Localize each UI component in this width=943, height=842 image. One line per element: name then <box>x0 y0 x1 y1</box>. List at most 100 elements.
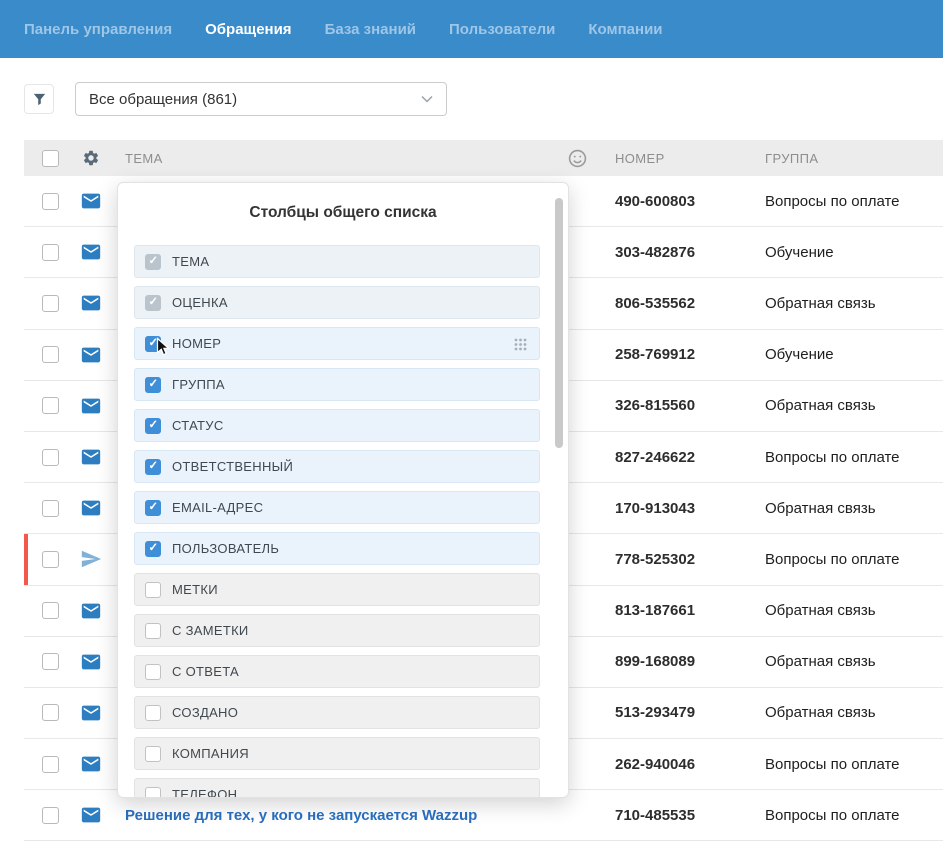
row-checkbox[interactable] <box>42 397 59 414</box>
ticket-group: Вопросы по оплате <box>765 756 943 773</box>
column-toggle-item[interactable]: С ЗАМЕТКИ <box>134 614 540 647</box>
column-label: ТЕЛЕФОН <box>172 787 237 798</box>
mouse-cursor <box>156 337 171 358</box>
ticket-number: 813-187661 <box>615 602 765 619</box>
envelope-icon <box>80 344 102 366</box>
nav-menu: Панель управления Обращения База знаний … <box>24 21 663 38</box>
ticket-number: 170-913043 <box>615 500 765 517</box>
ticket-number: 262-940046 <box>615 756 765 773</box>
popup-scrollbar[interactable] <box>555 198 563 448</box>
paper-plane-icon <box>80 548 102 570</box>
ticket-number: 258-769912 <box>615 346 765 363</box>
app-root: Панель управления Обращения База знаний … <box>0 0 943 841</box>
select-all-checkbox[interactable] <box>42 150 59 167</box>
columns-popup: Столбцы общего списка ТЕМА ОЦЕНКА <box>117 182 569 798</box>
row-checkbox[interactable] <box>42 704 59 721</box>
ticket-group: Обратная связь <box>765 295 943 312</box>
chevron-down-icon <box>421 95 433 103</box>
envelope-icon <box>80 190 102 212</box>
row-checkbox[interactable] <box>42 500 59 517</box>
column-checkbox[interactable] <box>145 418 161 434</box>
column-label: МЕТКИ <box>172 582 218 597</box>
drag-handle-icon[interactable] <box>514 338 527 351</box>
column-checkbox[interactable] <box>145 623 161 639</box>
ticket-group: Вопросы по оплате <box>765 193 943 210</box>
column-label: СОЗДАНО <box>172 705 238 720</box>
column-toggle-item[interactable]: МЕТКИ <box>134 573 540 606</box>
column-toggle-item[interactable]: СТАТУС <box>134 409 540 442</box>
column-toggle-item[interactable]: ГРУППА <box>134 368 540 401</box>
column-toggle-item[interactable]: НОМЕР <box>134 327 540 360</box>
table-header-row: ТЕМА НОМЕР ГРУППА <box>24 140 943 176</box>
column-checkbox[interactable] <box>145 500 161 516</box>
ticket-group: Вопросы по оплате <box>765 551 943 568</box>
column-label: ПОЛЬЗОВАТЕЛЬ <box>172 541 279 556</box>
columns-settings-button[interactable] <box>82 149 100 167</box>
ticket-number: 899-168089 <box>615 653 765 670</box>
column-header-rating[interactable] <box>568 149 615 168</box>
ticket-group: Вопросы по оплате <box>765 449 943 466</box>
row-checkbox[interactable] <box>42 346 59 363</box>
envelope-icon <box>80 651 102 673</box>
column-toggle-item[interactable]: ТЕЛЕФОН <box>134 778 540 798</box>
nav-item[interactable]: База знаний <box>325 21 416 38</box>
row-checkbox[interactable] <box>42 295 59 312</box>
ticket-group: Обратная связь <box>765 602 943 619</box>
ticket-group: Обучение <box>765 346 943 363</box>
smiley-icon <box>568 149 587 168</box>
column-label: КОМПАНИЯ <box>172 746 249 761</box>
row-checkbox[interactable] <box>42 244 59 261</box>
popup-title: Столбцы общего списка <box>118 183 568 222</box>
ticket-number: 806-535562 <box>615 295 765 312</box>
ticket-number: 778-525302 <box>615 551 765 568</box>
nav-item[interactable]: Компании <box>588 21 662 38</box>
column-header-tema[interactable]: ТЕМА <box>114 151 568 166</box>
column-checkbox[interactable] <box>145 459 161 475</box>
row-checkbox[interactable] <box>42 602 59 619</box>
column-toggle-item[interactable]: EMAIL-АДРЕС <box>134 491 540 524</box>
top-nav: Панель управления Обращения База знаний … <box>0 0 943 58</box>
ticket-group: Вопросы по оплате <box>765 807 943 824</box>
envelope-icon <box>80 600 102 622</box>
column-checkbox[interactable] <box>145 541 161 557</box>
row-checkbox[interactable] <box>42 653 59 670</box>
row-checkbox[interactable] <box>42 551 59 568</box>
column-toggle-item[interactable]: СОЗДАНО <box>134 696 540 729</box>
ticket-group: Обратная связь <box>765 653 943 670</box>
filter-select-value: Все обращения (861) <box>89 91 237 108</box>
envelope-icon <box>80 241 102 263</box>
envelope-icon <box>80 292 102 314</box>
column-toggle-item[interactable]: ТЕМА <box>134 245 540 278</box>
column-header-gruppa[interactable]: ГРУППА <box>765 151 943 166</box>
row-checkbox[interactable] <box>42 807 59 824</box>
column-checkbox[interactable] <box>145 582 161 598</box>
ticket-group: Обратная связь <box>765 397 943 414</box>
row-checkbox[interactable] <box>42 756 59 773</box>
column-checkbox[interactable] <box>145 746 161 762</box>
nav-item[interactable]: Панель управления <box>24 21 172 38</box>
column-toggle-item[interactable]: С ОТВЕТА <box>134 655 540 688</box>
unread-marker <box>24 534 28 584</box>
nav-item[interactable]: Пользователи <box>449 21 555 38</box>
column-checkbox[interactable] <box>145 254 161 270</box>
row-checkbox[interactable] <box>42 449 59 466</box>
tickets-filter-select[interactable]: Все обращения (861) <box>75 82 447 116</box>
column-checkbox[interactable] <box>145 377 161 393</box>
column-toggle-item[interactable]: КОМПАНИЯ <box>134 737 540 770</box>
row-checkbox[interactable] <box>42 193 59 210</box>
ticket-number: 326-815560 <box>615 397 765 414</box>
columns-list: ТЕМА ОЦЕНКА НОМЕР <box>118 245 568 798</box>
column-checkbox[interactable] <box>145 705 161 721</box>
ticket-subject-link[interactable]: Решение для тех, у кого не запускается W… <box>125 807 568 824</box>
filter-button[interactable] <box>24 84 54 114</box>
column-label: С ЗАМЕТКИ <box>172 623 249 638</box>
column-toggle-item[interactable]: ОЦЕНКА <box>134 286 540 319</box>
nav-item[interactable]: Обращения <box>205 21 291 38</box>
column-header-nomer[interactable]: НОМЕР <box>615 151 765 166</box>
column-checkbox[interactable] <box>145 664 161 680</box>
column-checkbox[interactable] <box>145 295 161 311</box>
ticket-number: 303-482876 <box>615 244 765 261</box>
column-toggle-item[interactable]: ОТВЕТСТВЕННЫЙ <box>134 450 540 483</box>
column-toggle-item[interactable]: ПОЛЬЗОВАТЕЛЬ <box>134 532 540 565</box>
column-checkbox[interactable] <box>145 787 161 799</box>
